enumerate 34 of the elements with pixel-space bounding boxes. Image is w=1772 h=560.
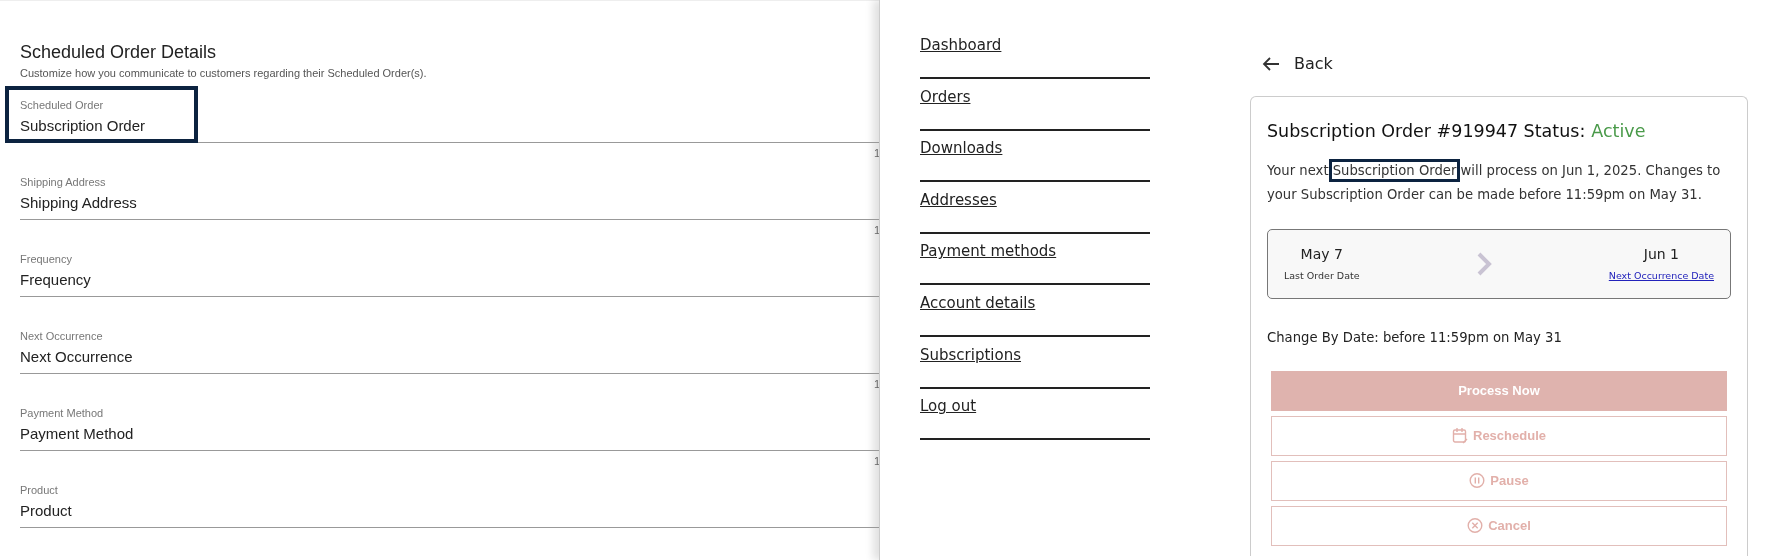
section-description: Customize how you communicate to customers regarding their Scheduled Order(s). [20,67,428,80]
nav-link[interactable]: Addresses [920,188,997,211]
status-text: Active [1591,120,1646,141]
order-message: Your next Subscription Order will process on Jun 1, 2025. Changes to your Subscription Order can be made before 11:59pm on May 31. [1267,158,1731,207]
text-field[interactable]: Frequency Frequency [20,244,879,297]
character-counter: 1 [874,454,879,469]
date-value: May 7 [1300,246,1343,262]
nav-link[interactable]: Dashboard [920,34,1002,56]
pause-icon [1469,472,1486,489]
date-label: Last Order Date [1284,270,1360,281]
nav-link[interactable]: Downloads [920,137,1003,160]
nav-link[interactable]: Payment methods [920,240,1057,263]
date-link[interactable]: Next Occurrence Date [1608,270,1714,281]
chevron-right-icon [1476,250,1493,277]
character-counter: 1 [874,223,879,238]
order-title: Subscription Order #919947 Status: [1267,120,1586,141]
text-field[interactable]: Product Product [20,475,879,528]
back-link[interactable]: Back [1262,54,1333,73]
text-field[interactable]: Scheduled Order Subscription Order [20,90,879,143]
character-counter: 1 [874,377,879,392]
nav-link[interactable]: Orders [920,85,971,108]
character-counter: 1 [874,146,879,161]
calendar-icon [1452,427,1468,444]
nav-link[interactable]: Log out [920,395,977,418]
text-field[interactable]: Payment Method Payment Method [20,398,879,451]
text-field[interactable]: Next Occurrence Next Occurrence [20,321,879,374]
back-arrow-icon [1262,55,1280,72]
nav-link[interactable]: Account details [920,291,1036,314]
date-value: Jun 1 [1643,246,1679,262]
nav-link[interactable]: Subscriptions [920,343,1021,366]
text-field[interactable]: Shipping Address Shipping Address [20,167,879,220]
cancel-icon [1467,517,1484,534]
section-title: Scheduled Order Details [20,41,218,63]
change-by-text: Change By Date: before 11:59pm on May 31 [1267,329,1563,345]
